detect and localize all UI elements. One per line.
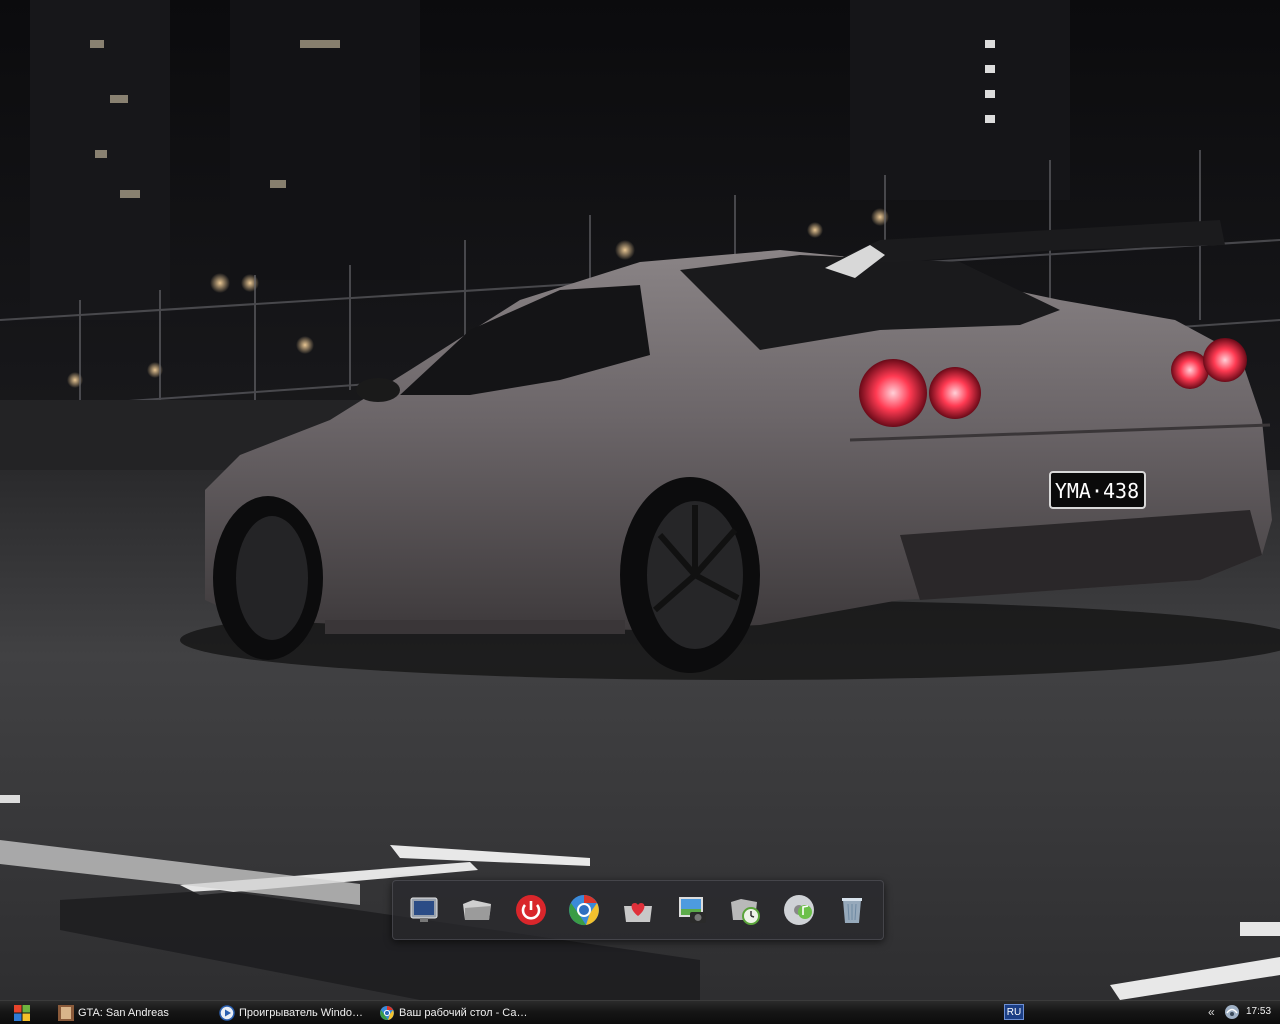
dock bbox=[392, 880, 884, 940]
desktop[interactable]: YMA·438 bbox=[0, 0, 1280, 1000]
monitor-icon bbox=[410, 897, 438, 922]
dock-shutdown[interactable] bbox=[508, 887, 554, 933]
taskbar: GTA: San Andreas Проигрыватель Windows..… bbox=[0, 1000, 1280, 1024]
dock-chrome[interactable] bbox=[561, 887, 607, 933]
chrome-icon bbox=[380, 1005, 394, 1020]
taskbar-task-media-player[interactable]: Проигрыватель Windows... bbox=[219, 1002, 369, 1023]
heart-folder-icon bbox=[623, 903, 652, 922]
start-button[interactable] bbox=[4, 1002, 40, 1023]
wallpaper: YMA·438 bbox=[0, 0, 1280, 1000]
taskbar-task-label: Ваш рабочий стол - Сам... bbox=[399, 1006, 529, 1019]
music-disc-icon bbox=[783, 895, 814, 925]
tray-expand-button[interactable]: « bbox=[1208, 1004, 1215, 1020]
dock-favorites[interactable] bbox=[615, 887, 661, 933]
taskbar-task-label: Проигрыватель Windows... bbox=[239, 1006, 369, 1019]
dock-scheduler[interactable] bbox=[722, 887, 768, 933]
windows-logo-icon bbox=[14, 1004, 30, 1021]
taskbar-task-chrome[interactable]: Ваш рабочий стол - Сам... bbox=[379, 1002, 529, 1023]
network-tray-icon[interactable] bbox=[1224, 1004, 1240, 1020]
trash-icon bbox=[842, 898, 863, 923]
gta-icon bbox=[58, 1004, 74, 1021]
dock-music[interactable] bbox=[776, 887, 822, 933]
language-indicator[interactable]: RU bbox=[1004, 1004, 1024, 1020]
photo-camera-icon bbox=[678, 897, 706, 923]
clock-folder-icon bbox=[731, 899, 761, 925]
dock-pictures[interactable] bbox=[669, 887, 715, 933]
taskbar-task-gta[interactable]: GTA: San Andreas bbox=[58, 1002, 208, 1023]
license-plate-text: YMA·438 bbox=[1055, 479, 1139, 503]
power-icon bbox=[515, 895, 546, 925]
media-player-icon bbox=[219, 1004, 235, 1021]
taskbar-task-label: GTA: San Andreas bbox=[78, 1006, 169, 1019]
dock-my-computer[interactable] bbox=[401, 887, 447, 933]
clock[interactable]: 17:53 bbox=[1246, 1005, 1271, 1019]
dock-documents[interactable] bbox=[454, 887, 500, 933]
chrome-icon bbox=[569, 895, 600, 926]
folder-icon bbox=[463, 900, 492, 920]
dock-recycle-bin[interactable] bbox=[829, 887, 875, 933]
